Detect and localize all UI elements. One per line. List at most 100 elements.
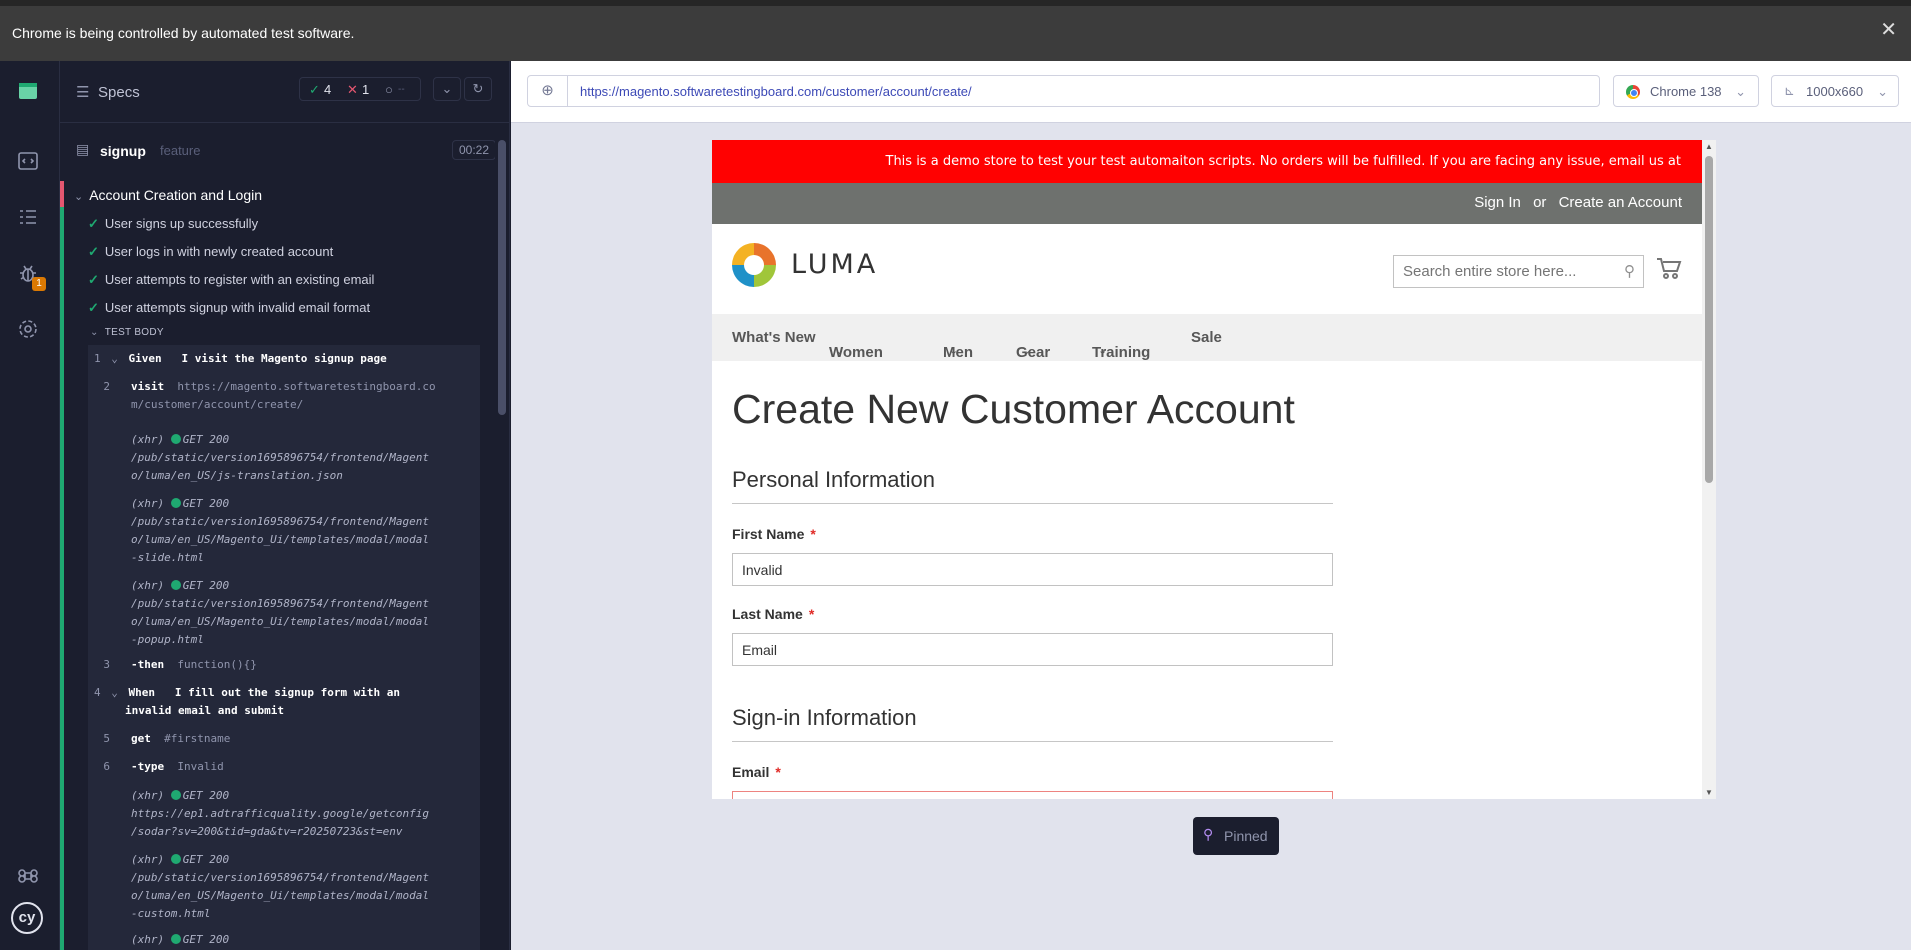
reporter-scroll-thumb[interactable] <box>498 140 506 415</box>
aut-panel: ⊕ https://magento.softwaretestingboard.c… <box>511 61 1911 950</box>
xhr-log[interactable]: (xhr) GET 200 <box>131 931 229 949</box>
chevron-down-icon: ⌄ <box>111 352 118 365</box>
specs-icon[interactable] <box>16 149 40 173</box>
search-icon[interactable]: ⚲ <box>1624 262 1635 280</box>
suite-title[interactable]: ⌄ Account Creation and Login <box>74 187 262 203</box>
suite-fail-bar <box>60 181 64 207</box>
step-number: 2 <box>103 380 110 393</box>
command-name: -type <box>131 760 165 773</box>
spec-title: ▤ signup feature 00:22 <box>76 139 496 163</box>
viewport-selector[interactable]: ⊾ 1000x660 ⌄ <box>1771 75 1899 107</box>
specs-button[interactable]: ☰ Specs <box>76 83 140 101</box>
xhr-url: -slide.html <box>131 551 204 564</box>
aut-iframe: This is a demo store to test your test a… <box>712 140 1702 799</box>
pinned-label: Pinned <box>1224 828 1268 844</box>
keyboard-shortcuts-icon[interactable] <box>16 864 40 888</box>
xhr-tag: (xhr) <box>131 579 165 592</box>
chevron-down-icon: ⌄ <box>90 327 99 338</box>
cypress-app-icon[interactable] <box>16 79 40 103</box>
automation-message: Chrome is being controlled by automated … <box>12 25 355 41</box>
test-item[interactable]: ✓ User logs in with newly created account <box>88 244 333 260</box>
xhr-status: GET 200 <box>182 789 230 802</box>
xhr-tag: (xhr) <box>131 789 165 802</box>
scroll-down-icon[interactable]: ▼ <box>1705 788 1713 797</box>
sign-in-link[interactable]: Sign In <box>1474 194 1521 211</box>
xhr-url: -custom.html <box>131 907 211 920</box>
xhr-url: /pub/static/version1695896754/frontend/M… <box>131 515 430 528</box>
failed-count: 1 <box>362 82 370 97</box>
step-number: 4 <box>94 686 101 699</box>
pin-icon: ⚲ <box>1203 826 1214 842</box>
xhr-url: https://ep1.adtrafficquality.google/getc… <box>131 807 430 820</box>
nav-sale[interactable]: Sale <box>1191 329 1222 346</box>
test-stats: ✓ 4 ✕ 1 ○ -- <box>299 77 421 101</box>
last-name-label: Last Name * <box>732 606 814 622</box>
iframe-scrollbar[interactable]: ▲ ▼ <box>1702 140 1716 799</box>
email-field[interactable] <box>732 791 1333 799</box>
xhr-log[interactable]: (xhr) GET 200 /pub/static/version1695896… <box>131 851 429 923</box>
xhr-tag: (xhr) <box>131 497 165 510</box>
or-text: or <box>1533 194 1547 211</box>
rerun-button[interactable]: ↻ <box>464 77 492 101</box>
pinned-badge[interactable]: ⚲ Pinned <box>1193 817 1279 855</box>
test-item[interactable]: ✓ User attempts to register with an exist… <box>88 272 374 288</box>
status-dot-icon <box>170 854 181 864</box>
step-given[interactable]: 1 ⌄ Given I visit the Magento signup pag… <box>94 350 387 368</box>
browser-selector[interactable]: Chrome 138 ⌄ <box>1613 75 1759 107</box>
xhr-url: /pub/static/version1695896754/frontend/M… <box>131 871 430 884</box>
step-number: 5 <box>103 732 110 745</box>
url-bar[interactable]: ⊕ https://magento.softwaretestingboard.c… <box>527 75 1600 107</box>
required-mark: * <box>810 526 816 542</box>
runs-icon[interactable] <box>16 205 40 229</box>
xhr-log[interactable]: (xhr) GET 200 https://ep1.adtrafficquali… <box>131 787 429 841</box>
xhr-url: /pub/static/version1695896754/frontend/M… <box>131 597 430 610</box>
test-item[interactable]: ✓ User signs up successfully <box>88 216 258 232</box>
test-body-label[interactable]: ⌄ TEST BODY <box>90 327 164 338</box>
email-label: Email * <box>732 764 781 780</box>
first-name-label: First Name * <box>732 526 816 542</box>
xhr-log[interactable]: (xhr) GET 200 /pub/static/version1695896… <box>131 431 429 485</box>
command-log: 1 ⌄ Given I visit the Magento signup pag… <box>88 345 480 950</box>
xhr-tag: (xhr) <box>131 853 165 866</box>
selector-playground-icon[interactable]: ⊕ <box>528 76 568 106</box>
spec-name: signup <box>100 143 146 159</box>
chevron-down-icon: ⌄ <box>1022 345 1032 357</box>
chevron-down-icon: ⌄ <box>111 686 118 699</box>
search-input[interactable]: Search entire store here... ⚲ <box>1393 255 1644 288</box>
xhr-tag: (xhr) <box>131 933 165 946</box>
xhr-status: GET 200 <box>182 433 230 446</box>
status-dot-icon <box>170 580 181 590</box>
chevron-down-icon: ⌄ <box>1877 84 1888 99</box>
xhr-url: -popup.html <box>131 633 204 646</box>
nav-whats-new[interactable]: What's New <box>732 329 816 346</box>
first-name-field[interactable]: Invalid <box>732 553 1333 586</box>
label-text: Email <box>732 764 770 780</box>
test-item[interactable]: ✓ User attempts signup with invalid email… <box>88 300 370 316</box>
logo-text: LUMA <box>791 249 879 280</box>
scroll-up-icon[interactable]: ▲ <box>1705 142 1713 151</box>
main-nav: What's New Women ⌄ Men ⌄ Gear ⌄ Training ⌄ S… <box>712 314 1702 361</box>
iframe-scroll-thumb[interactable] <box>1705 156 1713 483</box>
xhr-status: GET 200 <box>182 853 230 866</box>
chevron-down-icon: ⌄ <box>1735 84 1746 99</box>
create-account-link[interactable]: Create an Account <box>1559 194 1682 211</box>
demo-notice: This is a demo store to test your test a… <box>712 140 1702 212</box>
check-icon: ✓ <box>88 272 99 287</box>
xhr-log[interactable]: (xhr) GET 200 /pub/static/version1695896… <box>131 577 429 649</box>
close-icon[interactable]: ✕ <box>1880 20 1897 40</box>
debug-badge: 1 <box>32 277 46 291</box>
xhr-log[interactable]: (xhr) GET 200 /pub/static/version1695896… <box>131 495 429 567</box>
specs-label: Specs <box>98 84 140 101</box>
last-name-field[interactable]: Email <box>732 633 1333 666</box>
command-arg: #firstname <box>164 732 231 745</box>
required-mark: * <box>775 764 781 780</box>
check-icon: ✓ <box>88 216 99 231</box>
step-when[interactable]: 4 ⌄ When I fill out the signup form with… <box>94 684 400 720</box>
chrome-icon <box>1626 85 1640 99</box>
automation-banner: Chrome is being controlled by automated … <box>0 0 1911 61</box>
required-mark: * <box>808 606 815 622</box>
side-rail: 1 cy <box>0 61 60 950</box>
cart-icon[interactable] <box>1656 256 1682 286</box>
settings-icon[interactable] <box>16 317 40 341</box>
auto-scroll-toggle[interactable]: ⌄ <box>433 77 461 101</box>
